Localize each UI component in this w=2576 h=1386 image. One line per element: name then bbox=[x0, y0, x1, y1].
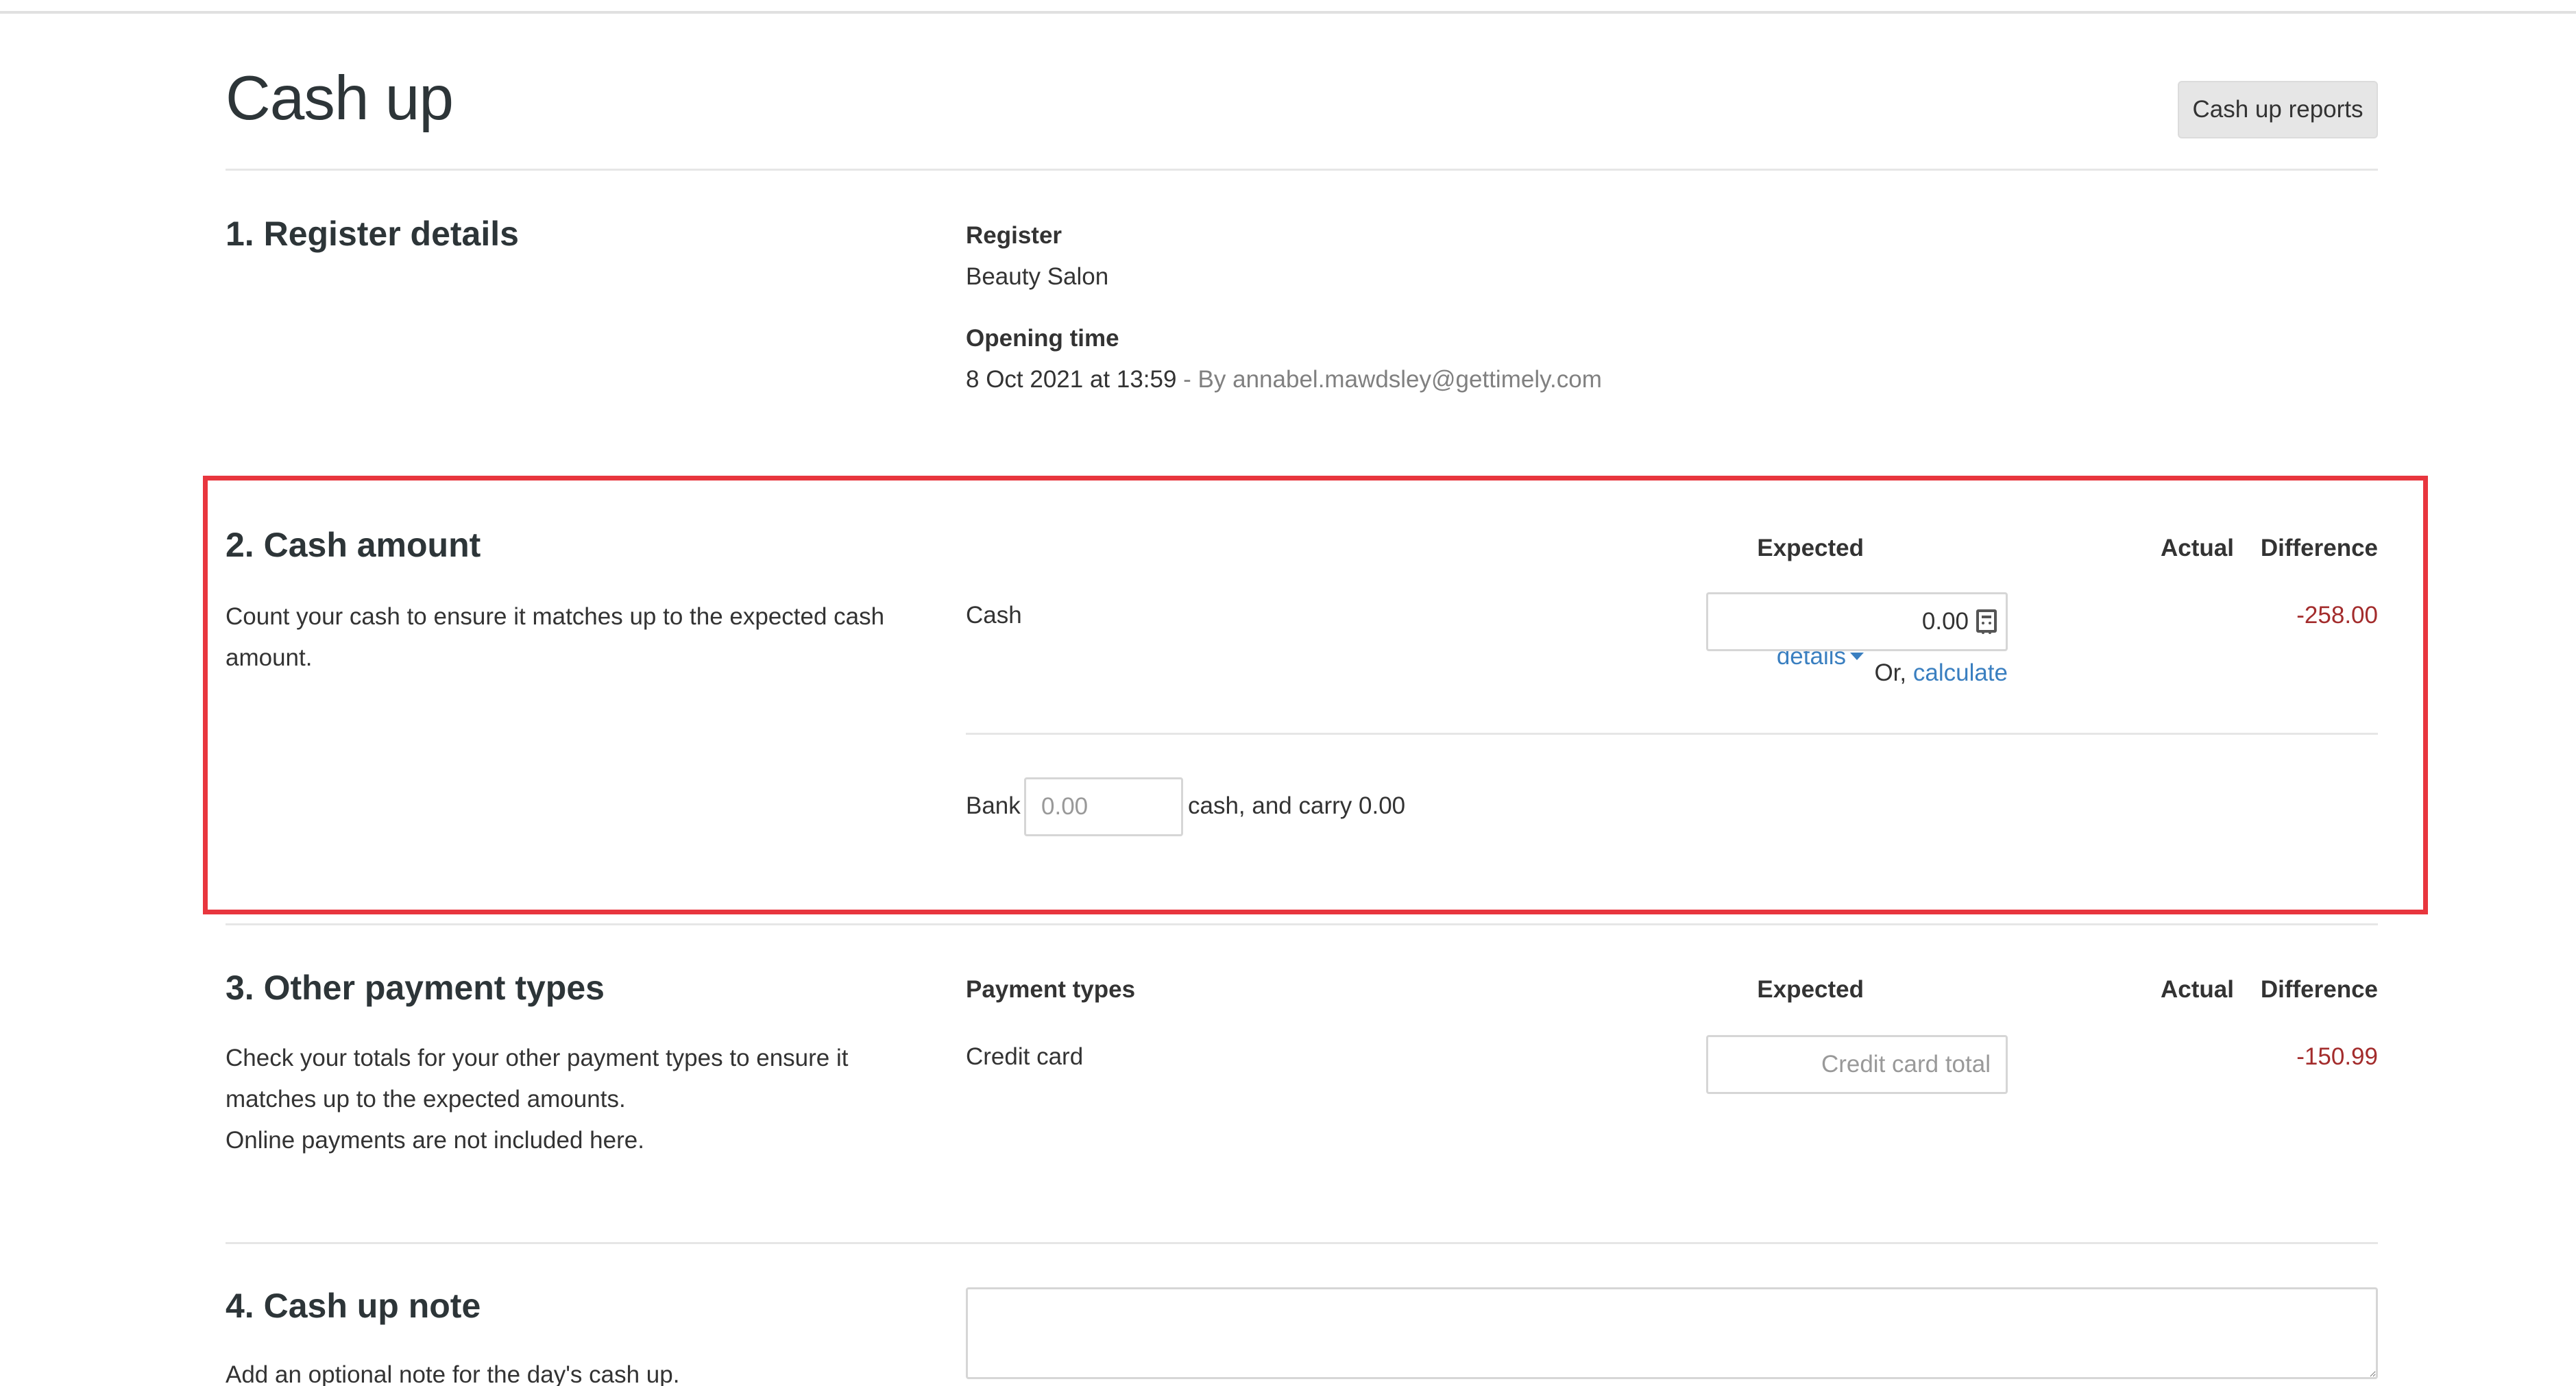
divider bbox=[226, 169, 2378, 171]
opening-time-user: - By annabel.mawdsley@gettimely.com bbox=[1176, 366, 1602, 393]
credit-card-label: Credit card bbox=[966, 1043, 1084, 1070]
cash-row-label: Cash bbox=[966, 602, 1022, 629]
cash-up-page: Cash up Cash up reports 1. Register deta… bbox=[226, 0, 2378, 1386]
register-label: Register bbox=[966, 222, 1062, 249]
divider bbox=[226, 923, 2378, 925]
opening-time-date: 8 Oct 2021 at 13:59 bbox=[966, 366, 1177, 393]
cash-difference-value: -258.00 bbox=[2296, 602, 2378, 629]
bank-amount-input[interactable] bbox=[1024, 777, 1183, 836]
other-payments-desc-line2: Online payments are not included here. bbox=[226, 1127, 644, 1154]
opening-time-label: Opening time bbox=[966, 325, 1119, 352]
cash-row-divider bbox=[966, 733, 2378, 735]
cash-actual-input[interactable] bbox=[1706, 592, 2008, 651]
register-details-heading: 1. Register details bbox=[226, 215, 519, 253]
other-payment-types-description: Check your totals for your other payment… bbox=[226, 1038, 897, 1161]
cash-up-note-heading: 4. Cash up note bbox=[226, 1287, 481, 1325]
opening-time-value: 8 Oct 2021 at 13:59 - By annabel.mawdsle… bbox=[966, 366, 1602, 393]
difference-column-header: Difference bbox=[2260, 535, 2378, 561]
page-title: Cash up bbox=[226, 64, 454, 133]
other-payments-desc-line1: Check your totals for your other payment… bbox=[226, 1045, 849, 1113]
cash-up-reports-button[interactable]: Cash up reports bbox=[2178, 81, 2378, 138]
cash-amount-heading: 2. Cash amount bbox=[226, 526, 481, 564]
or-text: Or, bbox=[1874, 659, 1913, 686]
credit-card-difference-value: -150.99 bbox=[2296, 1043, 2378, 1070]
expected-column-header: Expected bbox=[1757, 976, 1864, 1003]
credit-card-total-input[interactable] bbox=[1706, 1035, 2008, 1094]
other-payment-types-heading: 3. Other payment types bbox=[226, 969, 605, 1007]
difference-column-header: Difference bbox=[2260, 976, 2378, 1003]
calculator-icon[interactable] bbox=[1976, 609, 1997, 634]
calculate-link[interactable]: calculate bbox=[1913, 659, 2008, 686]
cash-up-note-description: Add an optional note for the day's cash … bbox=[226, 1361, 680, 1386]
divider bbox=[226, 1242, 2378, 1244]
cash-up-note-textarea[interactable] bbox=[966, 1287, 2378, 1379]
expected-column-header: Expected bbox=[1757, 535, 1864, 561]
bank-label: Bank bbox=[966, 792, 1021, 819]
calculate-line: Or, calculate bbox=[1706, 659, 2008, 687]
payment-types-column-header: Payment types bbox=[966, 976, 1136, 1003]
carry-text: cash, and carry 0.00 bbox=[1188, 792, 1406, 819]
cash-amount-description: Count your cash to ensure it matches up … bbox=[226, 603, 885, 671]
register-value: Beauty Salon bbox=[966, 263, 1109, 290]
